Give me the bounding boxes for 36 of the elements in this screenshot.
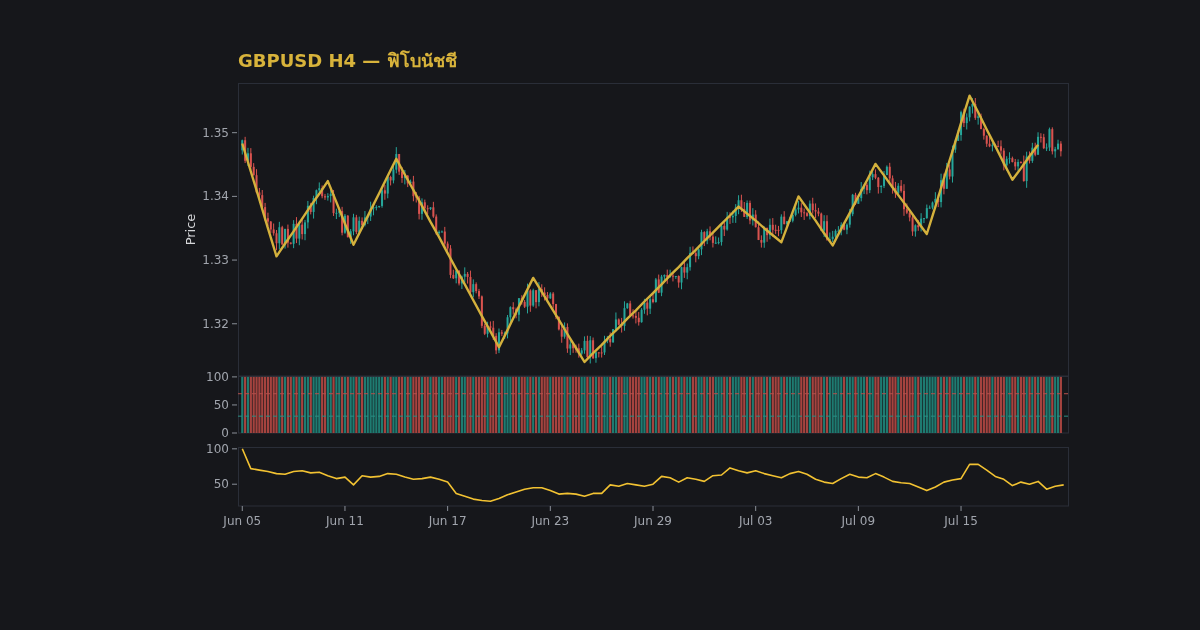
y-tick-label: 1.35 xyxy=(202,125,229,140)
y-tick-label: 1.34 xyxy=(202,189,229,204)
y-tick-label: 100 xyxy=(206,441,229,456)
tick-mark xyxy=(231,376,238,378)
tick-mark xyxy=(231,404,238,406)
y-tick-label: 100 xyxy=(206,369,229,384)
axis-title: Price xyxy=(182,213,198,246)
x-tick-label: Jul 09 xyxy=(841,514,876,528)
tick-mark xyxy=(231,132,238,134)
x-tick-label: Jun 05 xyxy=(223,514,262,528)
tick-mark xyxy=(960,505,962,512)
tick-mark xyxy=(344,505,346,512)
y-tick-label: 50 xyxy=(213,397,229,412)
y-tick-label: 1.32 xyxy=(202,316,229,331)
tick-mark xyxy=(231,448,238,450)
tick-mark xyxy=(231,259,238,261)
x-tick-label: Jun 11 xyxy=(326,514,364,528)
y-tick-label: 1.33 xyxy=(202,253,229,268)
chart-title: GBPUSD H4 — ฟิโบนัชชี xyxy=(238,49,457,73)
tick-mark xyxy=(231,483,238,485)
tick-mark xyxy=(231,432,238,434)
tick-mark xyxy=(755,505,757,512)
x-tick-label: Jun 23 xyxy=(531,514,570,528)
tick-mark xyxy=(447,505,449,512)
tick-mark xyxy=(652,505,654,512)
x-tick-label: Jul 03 xyxy=(738,514,773,528)
tick-mark xyxy=(857,505,859,512)
x-tick-label: Jun 29 xyxy=(634,514,672,528)
tick-mark xyxy=(231,323,238,325)
y-tick-label: 0 xyxy=(221,426,229,440)
tick-mark xyxy=(231,195,238,197)
x-tick-label: Jun 17 xyxy=(428,514,467,528)
tick-mark xyxy=(549,505,551,512)
x-tick-label: Jul 15 xyxy=(944,514,978,528)
tick-mark xyxy=(241,505,243,512)
y-tick-label: 50 xyxy=(213,477,229,492)
